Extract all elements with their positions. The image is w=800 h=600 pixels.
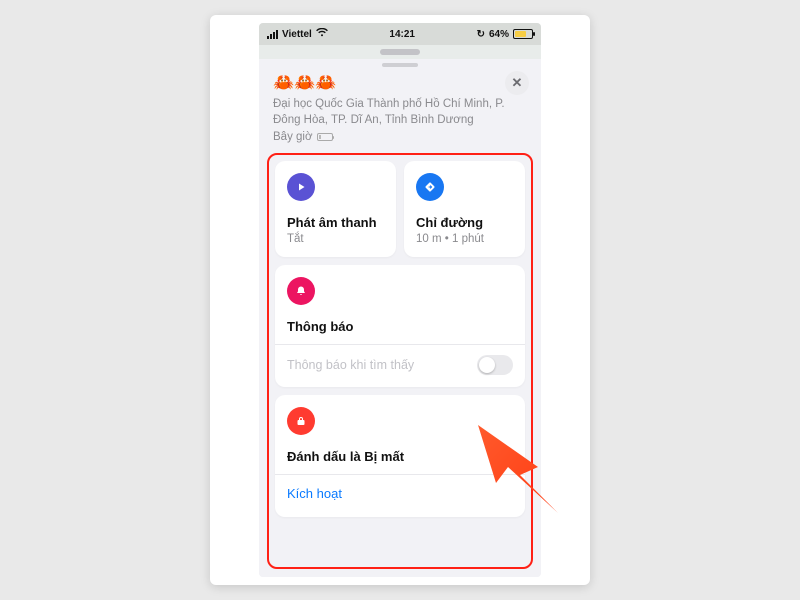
directions-card[interactable]: Chỉ đường 10 m • 1 phút	[404, 161, 525, 257]
directions-icon	[416, 173, 444, 201]
last-seen: Bây giờ	[273, 131, 527, 143]
directions-subtitle: 10 m • 1 phút	[416, 233, 513, 245]
device-address: Đại học Quốc Gia Thành phố Hồ Chí Minh, …	[273, 97, 527, 128]
notify-when-found-row[interactable]: Thông báo khi tìm thấy	[287, 345, 513, 381]
notify-toggle[interactable]	[477, 355, 513, 375]
play-icon	[287, 173, 315, 201]
close-button[interactable]: ✕	[505, 71, 529, 95]
directions-title: Chỉ đường	[416, 215, 513, 230]
phone-screen: Viettel 14:21 ↻ 64% ✕ 🦀🦀🦀	[259, 23, 541, 577]
activate-row[interactable]: Kích hoạt	[287, 475, 513, 511]
notifications-card: Thông báo Thông báo khi tìm thấy	[275, 265, 525, 387]
wifi-icon	[316, 28, 328, 40]
mark-as-lost-card: Đánh dấu là Bị mất Kích hoạt	[275, 395, 525, 517]
notify-when-found-label: Thông báo khi tìm thấy	[287, 358, 414, 372]
battery-pct: 64%	[489, 29, 509, 40]
notifications-title: Thông báo	[287, 319, 513, 334]
clock: 14:21	[389, 29, 415, 40]
device-title: 🦀🦀🦀	[273, 73, 527, 93]
map-pill-icon	[380, 49, 420, 55]
close-icon: ✕	[512, 75, 523, 91]
signal-bars-icon	[267, 30, 278, 39]
play-sound-card[interactable]: Phát âm thanh Tắt	[275, 161, 396, 257]
lock-icon	[287, 407, 315, 435]
screenshot-frame: Viettel 14:21 ↻ 64% ✕ 🦀🦀🦀	[210, 15, 590, 585]
activate-link: Kích hoạt	[287, 486, 342, 501]
mark-as-lost-title: Đánh dấu là Bị mất	[287, 449, 513, 464]
annotation-highlight-box: Phát âm thanh Tắt Chỉ đường 10 m • 1 phú…	[267, 153, 533, 569]
orientation-lock-icon: ↻	[477, 29, 485, 40]
battery-icon	[513, 29, 533, 39]
bell-icon	[287, 277, 315, 305]
sheet-grabber[interactable]	[382, 63, 418, 67]
map-background	[259, 45, 541, 59]
play-sound-title: Phát âm thanh	[287, 215, 384, 230]
play-sound-subtitle: Tắt	[287, 233, 384, 245]
bottom-sheet: ✕ 🦀🦀🦀 Đại học Quốc Gia Thành phố Hồ Chí …	[259, 51, 541, 577]
status-bar: Viettel 14:21 ↻ 64%	[259, 23, 541, 45]
device-battery-icon	[317, 133, 333, 141]
carrier-label: Viettel	[282, 29, 312, 40]
